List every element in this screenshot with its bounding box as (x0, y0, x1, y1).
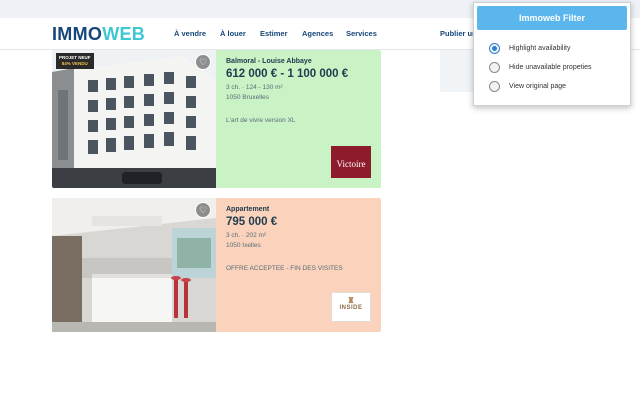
option-hide-unavailable[interactable]: Hide unavailable propeties (489, 62, 592, 73)
listing-price: 612 000 € - 1 100 000 € (226, 68, 349, 80)
listing-photo[interactable]: ♡ (52, 198, 216, 332)
extension-popup: Immoweb Filter Highlight availability Hi… (473, 2, 631, 106)
radio-button[interactable] (489, 62, 500, 73)
project-badge: PROJET NEUF 84% VENDU (56, 53, 94, 69)
listing-title[interactable]: Appartement (226, 206, 376, 213)
immoweb-logo[interactable]: IMMOWEB (52, 24, 145, 45)
listing-price: 795 000 € (226, 216, 278, 228)
listing-photo[interactable]: PROJET NEUF 84% VENDU ♡ (52, 50, 216, 188)
nav-agences[interactable]: Agences (302, 29, 333, 38)
nav-estimer[interactable]: Estimer (260, 29, 288, 38)
option-highlight-availability[interactable]: Highlight availability (489, 43, 570, 54)
listing-card[interactable]: ♡ Appartement 795 000 € 3 ch. · 202 m² 1… (52, 198, 381, 332)
immoweb-filter-button[interactable]: Immoweb Filter (477, 6, 627, 30)
listing-description: L'art de vivre version XL (226, 117, 296, 124)
nav-services[interactable]: Services (346, 29, 377, 38)
listing-location: 1050 Ixelles (226, 242, 261, 249)
nav-publier[interactable]: Publier un (440, 29, 477, 38)
inside-logo-icon: ♜ (347, 296, 355, 305)
listing-specs: 3 ch. · 202 m² (226, 232, 267, 239)
kitchen-photo (52, 198, 216, 332)
listing-specs: 3 ch. · 124 - 130 m² (226, 84, 283, 91)
heart-icon[interactable]: ♡ (195, 202, 211, 218)
heart-icon[interactable]: ♡ (195, 54, 211, 70)
option-view-original[interactable]: View original page (489, 81, 566, 92)
radio-button[interactable] (489, 81, 500, 92)
listing-title[interactable]: Balmoral - Louise Abbaye (226, 58, 376, 65)
nav-a-louer[interactable]: À louer (220, 29, 246, 38)
building-photo (52, 50, 216, 188)
listing-card[interactable]: PROJET NEUF 84% VENDU ♡ Balmoral - Louis… (52, 50, 381, 188)
listing-description: OFFRE ACCEPTEE - FIN DES VISITES (226, 265, 343, 272)
agency-logo-victoire[interactable]: Victoire (331, 146, 371, 178)
listing-info: Appartement 795 000 € 3 ch. · 202 m² 105… (226, 206, 376, 272)
agency-logo-inside[interactable]: ♜ INSIDE (331, 292, 371, 322)
listing-location: 1050 Bruxelles (226, 94, 269, 101)
radio-button[interactable] (489, 43, 500, 54)
nav-a-vendre[interactable]: À vendre (174, 29, 206, 38)
listing-info: Balmoral - Louise Abbaye 612 000 € - 1 1… (226, 58, 376, 124)
